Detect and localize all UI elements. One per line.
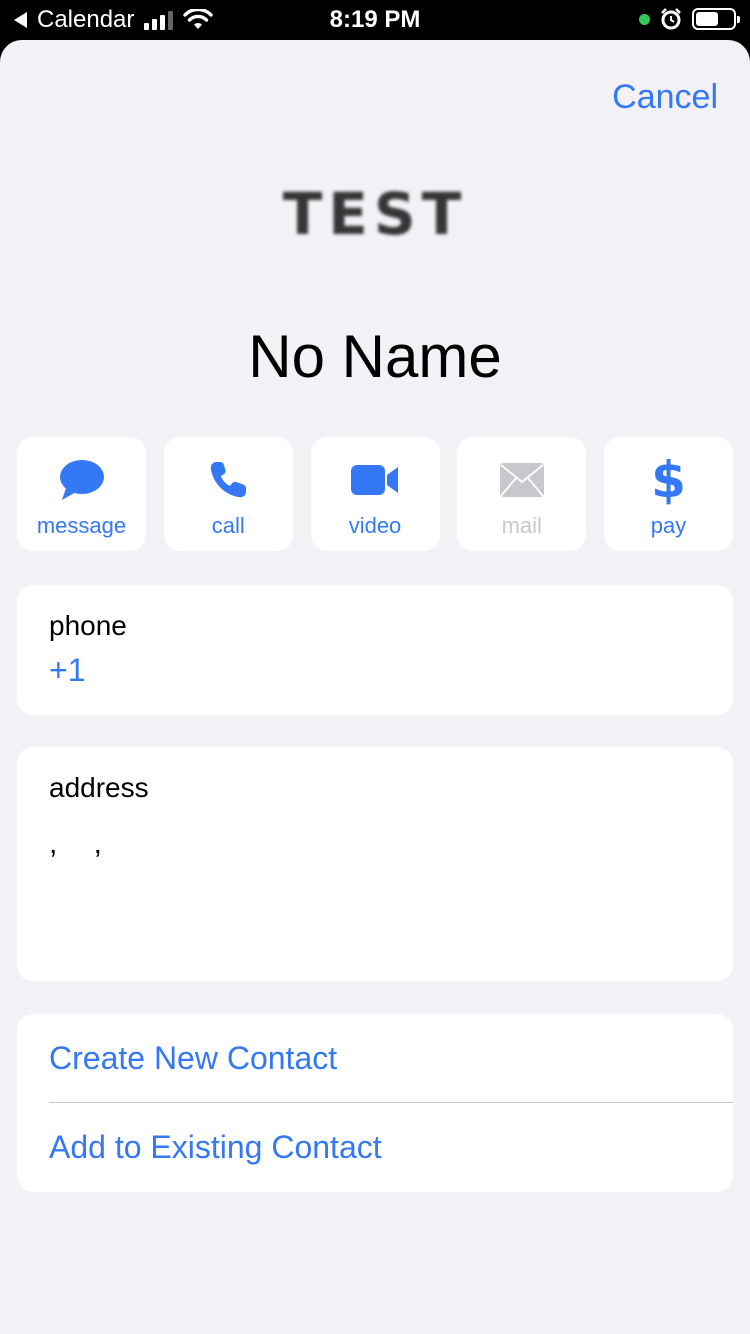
pay-action-label: pay [650, 513, 687, 538]
mail-action-label: mail [501, 513, 542, 538]
mail-envelope-icon [499, 463, 544, 497]
cancel-button[interactable]: Cancel [612, 78, 718, 117]
video-camera-icon [351, 465, 398, 495]
pay-action-button[interactable]: $ pay [604, 437, 733, 551]
address-label: address [49, 772, 149, 803]
address-card[interactable]: address , , [17, 747, 733, 981]
contact-sheet: Cancel TEST No Name message call video m… [0, 40, 750, 1334]
address-value[interactable]: , , [49, 827, 116, 861]
contact-logo-image: TEST [282, 180, 468, 248]
phone-icon [211, 462, 247, 498]
message-bubble-icon [59, 460, 104, 500]
mail-action-button[interactable]: mail [457, 437, 587, 551]
video-action-button[interactable]: video [310, 437, 440, 551]
quick-actions: message call video mail $ pay [17, 437, 733, 551]
create-new-contact-button[interactable]: Create New Contact [49, 1040, 337, 1077]
add-to-existing-contact-button[interactable]: Add to Existing Contact [49, 1129, 382, 1166]
contact-name: No Name [248, 323, 502, 390]
dollar-icon: $ [651, 451, 686, 509]
message-action-label: message [36, 513, 127, 538]
divider [49, 1102, 733, 1103]
alarm-clock-icon [661, 8, 681, 30]
message-action-button[interactable]: message [17, 437, 146, 551]
status-bar: Calendar 8:19 PM [0, 0, 750, 40]
call-action-label: call [211, 513, 245, 538]
phone-number-link[interactable]: +1 [49, 652, 85, 689]
contact-options-card: Create New Contact Add to Existing Conta… [17, 1014, 733, 1192]
phone-label: phone [49, 610, 127, 641]
call-action-button[interactable]: call [163, 437, 293, 551]
phone-card[interactable]: phone +1 [17, 585, 733, 715]
video-action-label: video [348, 513, 402, 538]
status-time: 8:19 PM [329, 6, 421, 33]
battery-icon [692, 8, 740, 30]
camera-in-use-dot [639, 13, 650, 25]
